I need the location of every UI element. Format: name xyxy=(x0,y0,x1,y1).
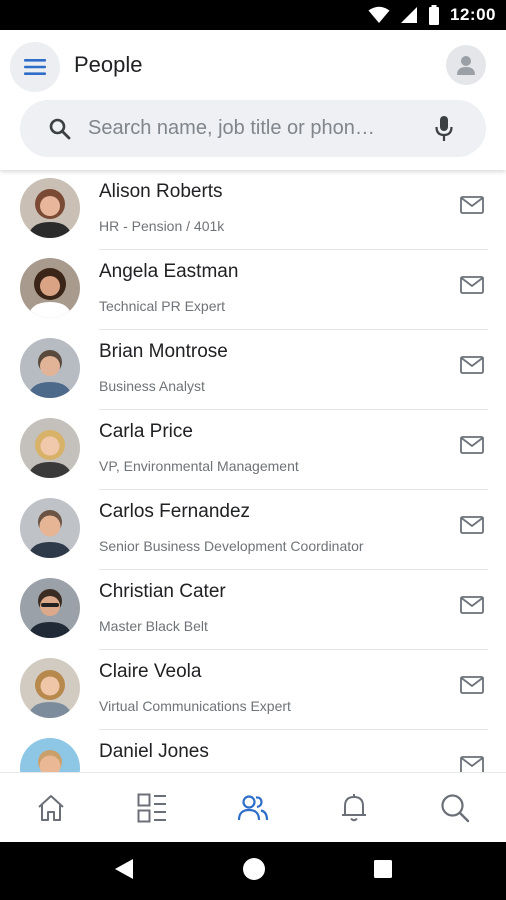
avatar xyxy=(20,658,80,718)
nav-search[interactable] xyxy=(405,773,506,842)
mail-icon[interactable] xyxy=(460,356,484,379)
person-row[interactable]: Claire Veola Virtual Communications Expe… xyxy=(0,650,506,730)
search-icon xyxy=(49,118,71,140)
person-title: Senior Business Development Coordinator xyxy=(99,538,364,554)
person-row[interactable]: Alison Roberts HR - Pension / 401k xyxy=(0,170,506,250)
mail-icon[interactable] xyxy=(460,196,484,219)
notifications-icon xyxy=(342,793,367,821)
avatar xyxy=(20,178,80,238)
avatar xyxy=(20,338,80,398)
avatar xyxy=(20,498,80,558)
person-name: Brian Montrose xyxy=(99,341,228,362)
profile-button[interactable] xyxy=(446,45,486,85)
person-title: VP, Environmental Management xyxy=(99,458,299,474)
person-name: Claire Veola xyxy=(99,661,202,682)
person-name: Daniel Jones xyxy=(99,741,209,762)
person-title: Technical PR Expert xyxy=(99,298,226,314)
avatar xyxy=(20,258,80,318)
person-row[interactable]: Carlos Fernandez Senior Business Develop… xyxy=(0,490,506,570)
nav-home[interactable] xyxy=(0,773,101,842)
nav-notifications[interactable] xyxy=(304,773,405,842)
status-time: 12:00 xyxy=(450,5,496,24)
person-name: Carla Price xyxy=(99,421,193,442)
dashboard-icon xyxy=(137,793,166,822)
back-icon[interactable] xyxy=(113,857,135,886)
person-title: Master Black Belt xyxy=(99,618,208,634)
battery-icon xyxy=(428,5,440,25)
person-name: Carlos Fernandez xyxy=(99,501,251,522)
person-title: Virtual Communications Expert xyxy=(99,698,291,714)
person-row[interactable]: Brian Montrose Business Analyst xyxy=(0,330,506,410)
person-title: HR - Pension / 401k xyxy=(99,218,225,234)
person-icon xyxy=(457,56,475,75)
mail-icon[interactable] xyxy=(460,756,484,772)
home-circle-icon[interactable] xyxy=(242,857,266,886)
bottom-nav xyxy=(0,772,506,842)
search-bar[interactable] xyxy=(20,100,486,157)
avatar xyxy=(20,578,80,638)
person-name: Angela Eastman xyxy=(99,261,239,282)
person-title: Business Analyst xyxy=(99,378,205,394)
person-row[interactable]: Carla Price VP, Environmental Management xyxy=(0,410,506,490)
person-row[interactable]: Christian Cater Master Black Belt xyxy=(0,570,506,650)
app-bar: People xyxy=(0,30,506,170)
page-title: People xyxy=(74,52,143,77)
nav-dashboard[interactable] xyxy=(101,773,202,842)
person-row[interactable]: Daniel Jones xyxy=(0,730,506,772)
person-row[interactable]: Angela Eastman Technical PR Expert xyxy=(0,250,506,330)
person-name: Christian Cater xyxy=(99,581,226,602)
people-list: Alison Roberts HR - Pension / 401k Angel… xyxy=(0,170,506,772)
system-nav-bar xyxy=(0,842,506,900)
mail-icon[interactable] xyxy=(460,596,484,619)
person-name: Alison Roberts xyxy=(99,181,223,202)
mail-icon[interactable] xyxy=(460,676,484,699)
mail-icon[interactable] xyxy=(460,516,484,539)
search-icon xyxy=(441,793,470,822)
avatar xyxy=(20,418,80,478)
mic-icon[interactable] xyxy=(434,115,454,143)
people-icon xyxy=(237,794,269,820)
home-icon xyxy=(37,794,64,821)
recents-icon[interactable] xyxy=(373,859,393,884)
cell-signal-icon xyxy=(400,6,418,24)
nav-people[interactable] xyxy=(202,773,303,842)
hamburger-menu-icon xyxy=(24,59,46,75)
search-input[interactable] xyxy=(88,108,418,148)
mail-icon[interactable] xyxy=(460,276,484,299)
mail-icon[interactable] xyxy=(460,436,484,459)
wifi-icon xyxy=(368,6,390,24)
status-bar: 12:00 xyxy=(0,0,506,30)
avatar xyxy=(20,738,80,772)
menu-button[interactable] xyxy=(10,42,60,92)
